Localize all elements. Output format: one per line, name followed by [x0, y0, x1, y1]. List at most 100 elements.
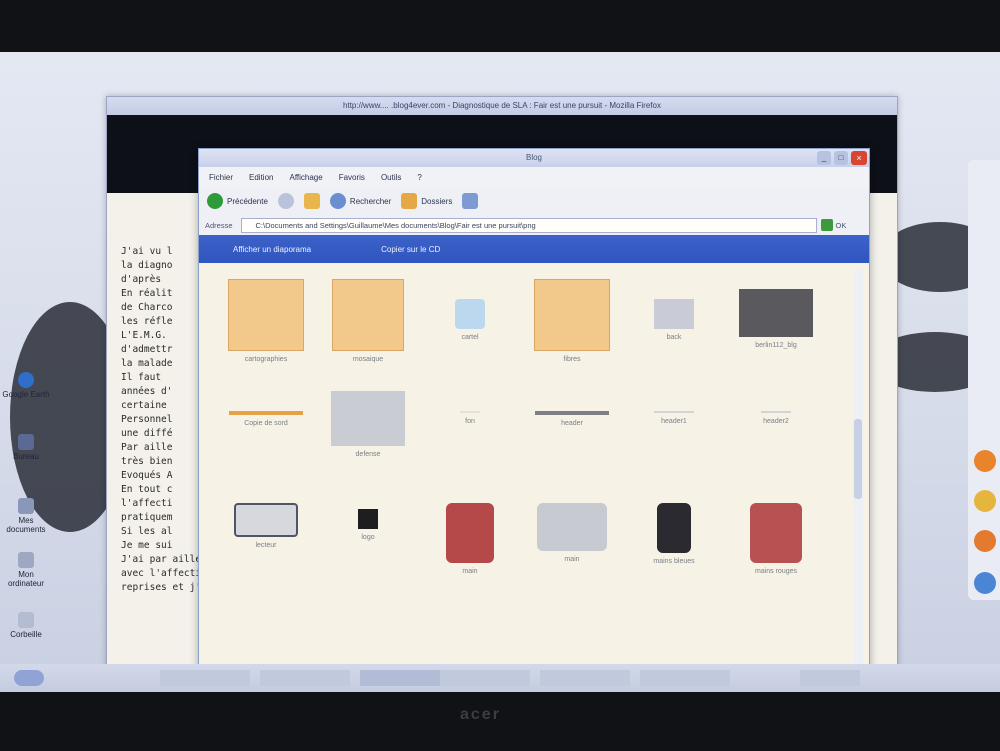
- go-icon[interactable]: [820, 219, 833, 231]
- file-label: header1: [661, 418, 687, 425]
- file-label: mains bleues: [653, 558, 695, 565]
- file-thumbnail: [358, 509, 378, 529]
- desktop-icon-bureau[interactable]: Bureau: [2, 434, 50, 461]
- file-label: main: [462, 568, 478, 575]
- file-item[interactable]: main: [527, 503, 617, 563]
- scroll-thumb[interactable]: [854, 419, 862, 499]
- start-button[interactable]: [14, 670, 44, 686]
- file-thumbnail: [234, 503, 298, 537]
- forward-arrow-icon: [277, 193, 294, 209]
- computer-icon: [18, 552, 34, 568]
- file-label: cartel: [461, 334, 479, 341]
- file-thumbnail: [750, 503, 802, 563]
- file-item[interactable]: mosaique: [323, 279, 413, 363]
- up-folder-icon: [303, 193, 320, 209]
- file-thumbnail: [761, 411, 791, 413]
- desktop-icon-documents[interactable]: Mes documents: [2, 498, 50, 534]
- file-item[interactable]: logo: [323, 503, 413, 541]
- address-input[interactable]: C:\Documents and Settings\Guillaume\Mes …: [240, 217, 817, 233]
- file-item[interactable]: mains bleues: [629, 503, 719, 565]
- file-label: cartographies: [244, 356, 288, 363]
- folders-icon: [401, 193, 418, 209]
- file-thumbnail: [229, 411, 303, 415]
- views-button[interactable]: [462, 193, 479, 209]
- taskbar-item[interactable]: [640, 670, 730, 686]
- taskbar-item[interactable]: [360, 670, 450, 686]
- file-label: defense: [355, 451, 381, 458]
- file-item[interactable]: header1: [629, 391, 719, 425]
- search-button[interactable]: Rechercher: [329, 193, 391, 209]
- file-item[interactable]: header: [527, 391, 617, 427]
- views-icon: [462, 193, 479, 209]
- taskbar-item[interactable]: [540, 670, 630, 686]
- menu-edition[interactable]: Edition: [249, 173, 273, 182]
- back-button[interactable]: Précédente: [207, 193, 268, 209]
- file-label: back: [666, 334, 682, 341]
- file-item[interactable]: fibres: [527, 279, 617, 363]
- app-icon[interactable]: [974, 490, 996, 512]
- document-icon: [18, 498, 34, 514]
- file-item[interactable]: back: [629, 279, 719, 341]
- folders-button[interactable]: Dossiers: [401, 193, 452, 209]
- monitor-brand: acer: [460, 706, 501, 723]
- trash-icon: [18, 612, 34, 628]
- file-grid: cartographies mosaique cartel fibres back ber…: [207, 269, 847, 681]
- browser-title: http://www.... .blog4ever.com - Diagnost…: [107, 97, 897, 115]
- maximize-button[interactable]: □: [834, 151, 848, 165]
- system-tray[interactable]: [800, 670, 860, 686]
- menu-outils[interactable]: Outils: [381, 173, 401, 182]
- file-thumbnail: [537, 503, 607, 551]
- file-item[interactable]: defense: [323, 391, 413, 458]
- file-label: mains rouges: [754, 568, 798, 575]
- explorer-window: Blog _ □ × Fichier Edition Affichage Fav…: [198, 148, 870, 682]
- back-arrow-icon: [207, 193, 223, 209]
- menu-favoris[interactable]: Favoris: [339, 173, 365, 182]
- file-label: Copie de sord: [244, 420, 288, 427]
- menu-help[interactable]: ?: [417, 173, 421, 182]
- file-item[interactable]: mains rouges: [731, 503, 821, 575]
- file-label: logo: [361, 534, 375, 541]
- minimize-button[interactable]: _: [817, 151, 831, 165]
- taskbar-item[interactable]: [440, 670, 530, 686]
- file-item[interactable]: fon: [425, 391, 515, 425]
- file-item[interactable]: main: [425, 503, 515, 575]
- file-thumbnail: [455, 299, 485, 329]
- file-thumbnail: [460, 411, 480, 413]
- menu-fichier[interactable]: Fichier: [209, 173, 233, 182]
- file-thumbnail: [332, 279, 404, 351]
- file-item[interactable]: header2: [731, 391, 821, 425]
- file-thumbnail: [535, 411, 609, 415]
- file-thumbnail: [654, 411, 694, 413]
- taskbar-item[interactable]: [260, 670, 350, 686]
- file-thumbnail: [534, 279, 610, 351]
- file-item[interactable]: Copie de sord: [221, 391, 311, 427]
- firefox-icon[interactable]: [974, 450, 996, 472]
- file-thumbnail: [331, 391, 405, 446]
- close-button[interactable]: ×: [851, 151, 867, 165]
- file-thumbnail: [657, 503, 691, 553]
- slideshow-task[interactable]: Afficher un diaporama: [233, 245, 311, 254]
- menu-affichage[interactable]: Affichage: [289, 173, 322, 182]
- forward-button[interactable]: [277, 193, 294, 209]
- right-sidebar: [968, 160, 1000, 600]
- desktop-icon-google-earth[interactable]: Google Earth: [2, 372, 50, 399]
- file-item[interactable]: berlin112_blg: [731, 279, 821, 349]
- explorer-title: Blog: [525, 153, 542, 162]
- app-icon[interactable]: [974, 572, 996, 594]
- file-item[interactable]: cartel: [425, 279, 515, 341]
- file-item[interactable]: lecteur: [221, 503, 311, 549]
- copy-cd-task[interactable]: Copier sur le CD: [381, 245, 440, 254]
- taskbar-item[interactable]: [160, 670, 250, 686]
- up-folder-button[interactable]: [303, 193, 320, 209]
- file-item[interactable]: cartographies: [221, 279, 311, 363]
- file-thumbnail: [739, 289, 813, 337]
- firefox-icon[interactable]: [974, 530, 996, 552]
- file-label: header: [561, 420, 583, 427]
- file-label: header2: [763, 418, 789, 425]
- folder-icon: [18, 434, 34, 450]
- go-label[interactable]: OK: [836, 221, 847, 230]
- file-label: mosaique: [352, 356, 384, 363]
- desktop-icon-computer[interactable]: Mon ordinateur: [2, 552, 50, 588]
- desktop-icon-trash[interactable]: Corbeille: [2, 612, 50, 639]
- vertical-scrollbar[interactable]: [853, 269, 863, 679]
